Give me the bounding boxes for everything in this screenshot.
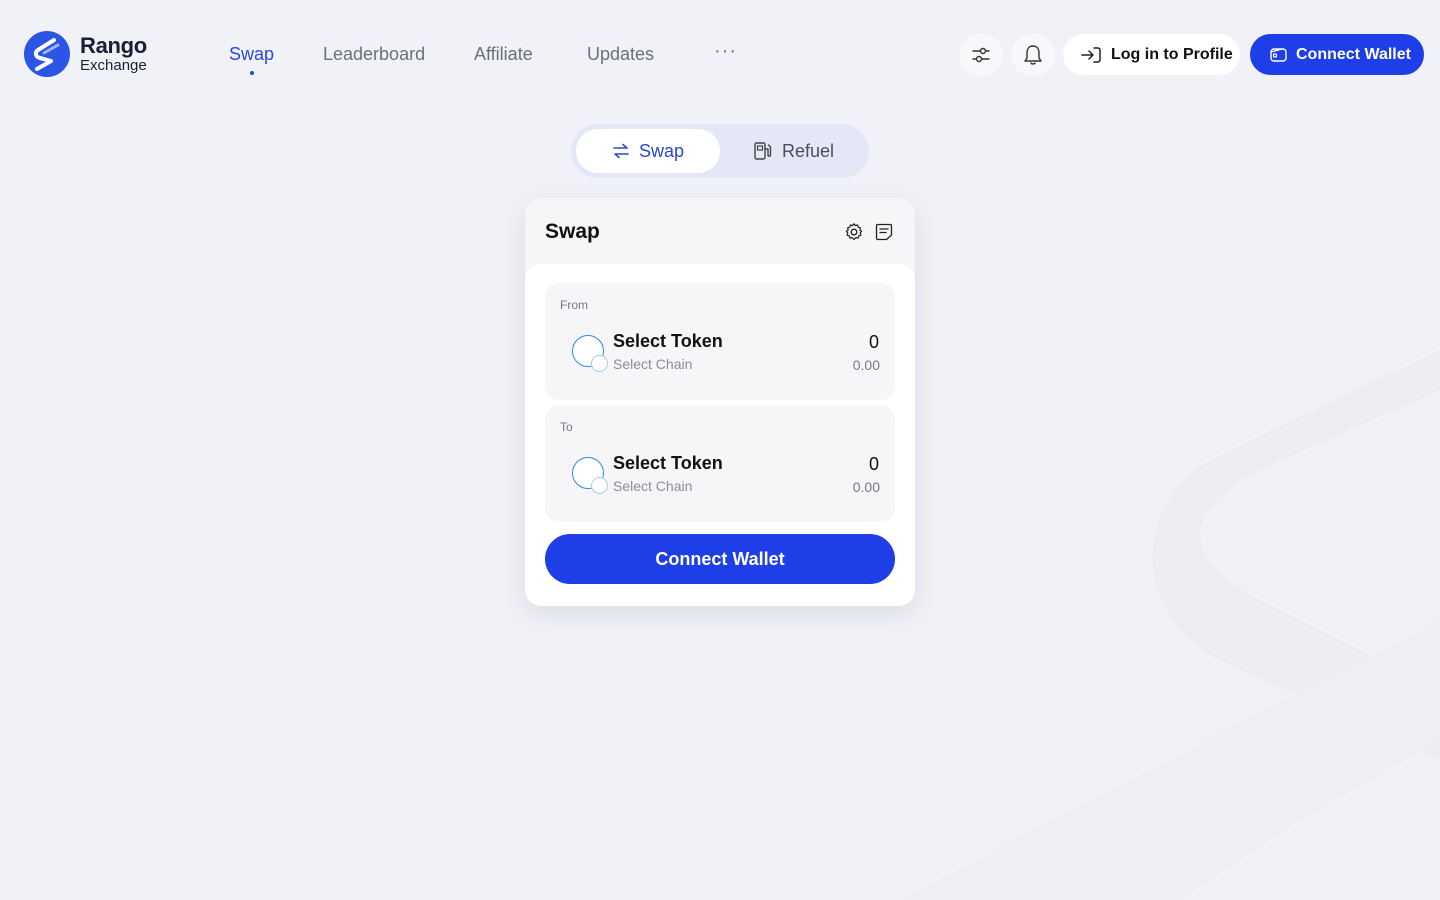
more-menu-icon[interactable]: ···	[714, 40, 737, 63]
from-amount[interactable]: 0	[869, 332, 879, 353]
to-chain-name: Select Chain	[613, 478, 693, 494]
nav-item-leaderboard[interactable]: Leaderboard	[323, 44, 425, 65]
to-amount: 0	[868, 454, 879, 474]
wallet-icon	[1270, 48, 1287, 62]
bell-icon	[1024, 45, 1042, 65]
notifications-button[interactable]	[1011, 34, 1055, 76]
brand-name: Rango	[80, 33, 147, 58]
swap-history-button[interactable]	[874, 222, 894, 242]
to-token-name: Select Token	[613, 453, 723, 473]
brand-logo[interactable]: Rango Exchange	[24, 31, 147, 77]
active-nav-indicator	[250, 71, 254, 75]
login-arrow-icon	[1081, 46, 1101, 63]
login-profile-button[interactable]: Log in to Profile	[1063, 34, 1240, 75]
login-label: Log in to Profile	[1111, 45, 1233, 63]
gear-icon	[845, 223, 863, 240]
tab-refuel[interactable]: Refuel	[723, 129, 864, 173]
from-token-selector[interactable]: From Select Token Select Chain 0 0.00	[545, 283, 895, 400]
to-usd-value: 0.00	[852, 479, 880, 495]
connect-wallet-header-label: Connect Wallet	[1296, 45, 1411, 63]
from-label: From	[560, 298, 588, 312]
swap-settings-button[interactable]	[844, 222, 864, 242]
sliders-icon	[972, 47, 990, 63]
swap-card: Swap From Select Token Select Chain 0 0.…	[525, 198, 915, 606]
brand-subtitle: Exchange	[80, 57, 147, 74]
tab-swap-label: Swap	[638, 140, 685, 161]
settings-button[interactable]	[959, 34, 1003, 76]
nav-item-affiliate[interactable]: Affiliate	[474, 44, 533, 65]
nav-item-updates[interactable]: Updates	[587, 44, 654, 65]
swap-card-title: Swap	[545, 220, 600, 243]
from-chain-placeholder-icon	[591, 355, 608, 372]
swap-refuel-toggle: Swap Refuel	[571, 124, 869, 178]
top-header: Rango Exchange Swap Leaderboard Affiliat…	[0, 0, 1440, 110]
tab-swap[interactable]: Swap	[576, 129, 720, 173]
connect-wallet-header-button[interactable]: Connect Wallet	[1250, 34, 1424, 75]
fuel-pump-icon	[754, 142, 772, 160]
tab-refuel-label: Refuel	[781, 140, 835, 161]
to-token-selector[interactable]: To Select Token Select Chain 0 0.00	[545, 405, 895, 522]
history-receipt-icon	[875, 223, 893, 241]
swap-card-body: From Select Token Select Chain 0 0.00 To…	[525, 264, 915, 606]
swap-arrows-icon	[613, 143, 629, 159]
rango-logo-icon	[24, 31, 70, 77]
to-chain-placeholder-icon	[591, 477, 608, 494]
from-usd-value: 0.00	[852, 357, 880, 373]
from-token-name: Select Token	[613, 331, 723, 351]
connect-wallet-button[interactable]: Connect Wallet	[545, 534, 895, 584]
to-label: To	[560, 420, 573, 434]
from-chain-name: Select Chain	[613, 356, 693, 372]
nav-item-swap[interactable]: Swap	[229, 44, 274, 65]
